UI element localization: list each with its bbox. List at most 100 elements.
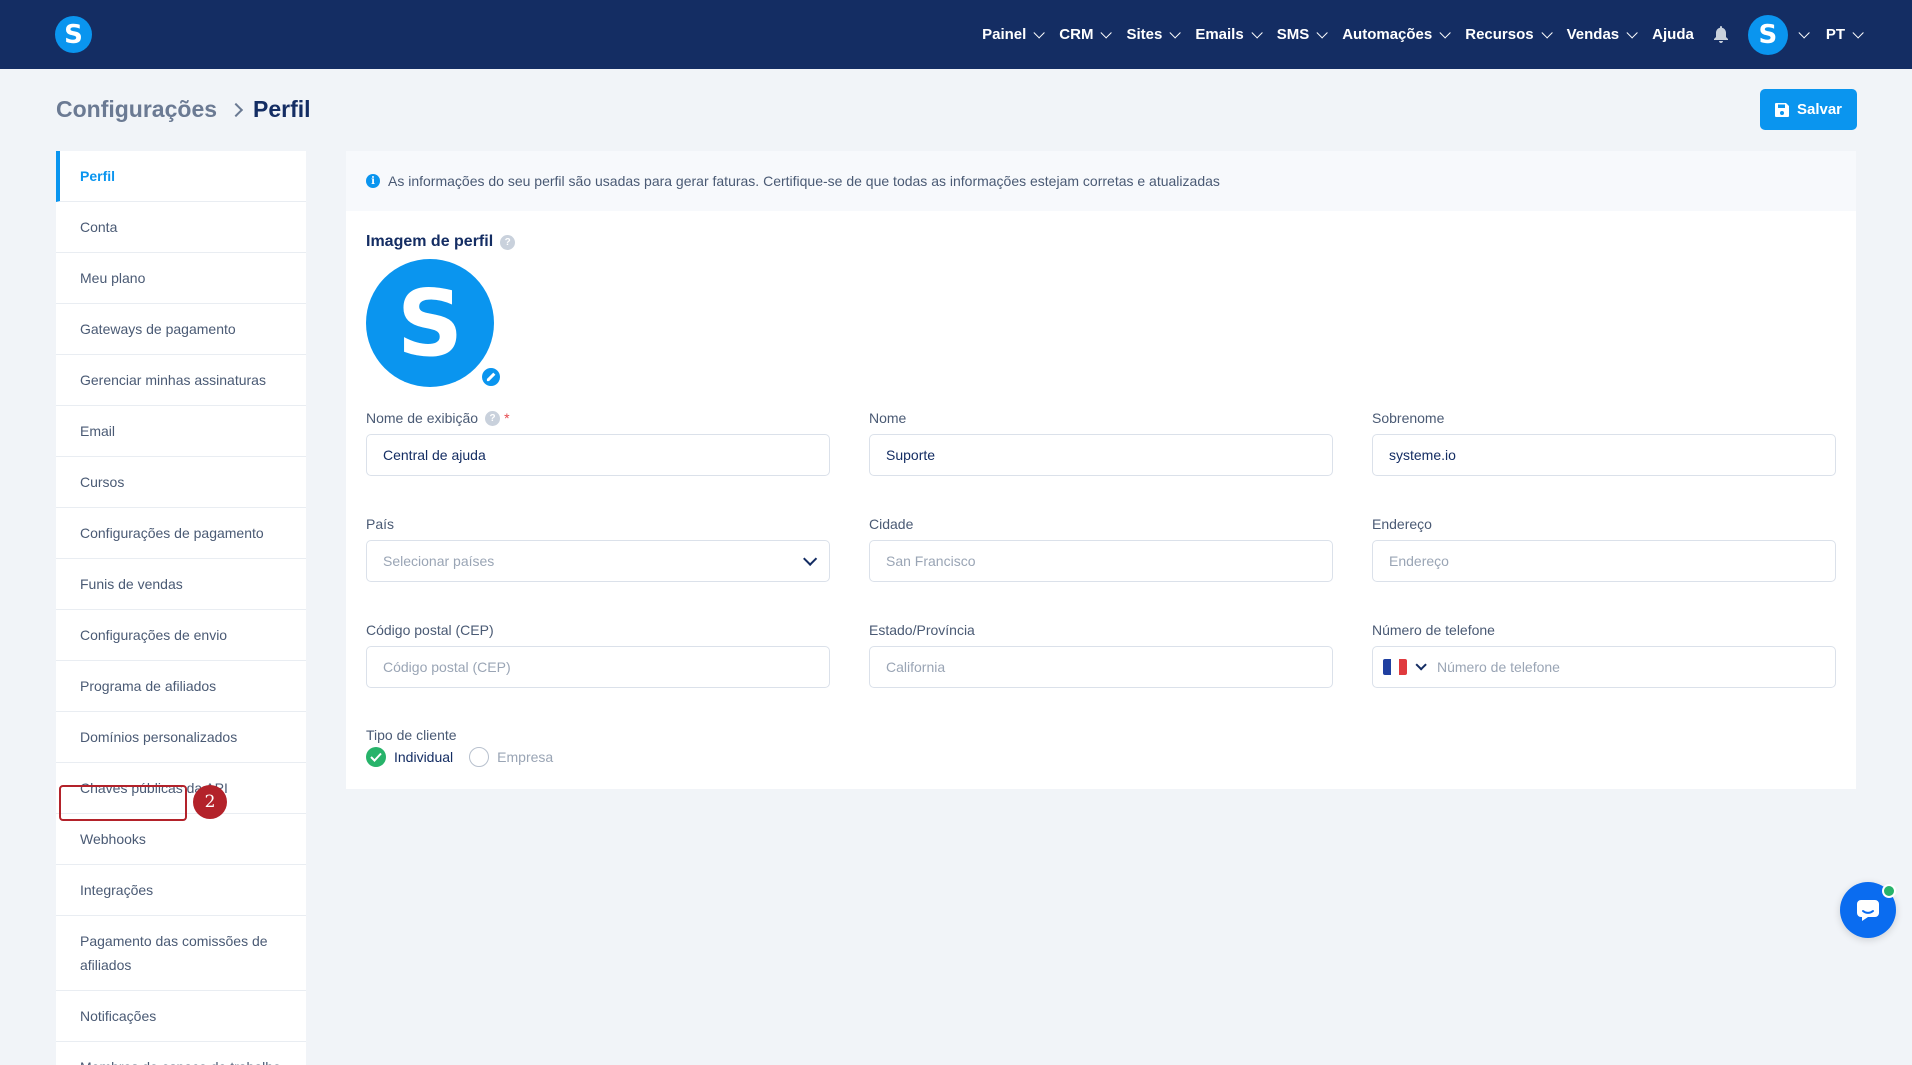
sidebar-item-conta[interactable]: Conta	[56, 202, 306, 253]
chevron-down-icon	[1316, 26, 1328, 39]
postal-code-input[interactable]: Código postal (CEP)	[366, 646, 830, 688]
radio-empresa[interactable]: Empresa	[469, 747, 553, 767]
sidebar-item-meu-plano[interactable]: Meu plano	[56, 253, 306, 304]
nav-label: SMS	[1276, 26, 1310, 43]
sidebar-item-dominios[interactable]: Domínios personalizados	[56, 712, 306, 763]
sidebar-item-afiliados[interactable]: Programa de afiliados	[56, 661, 306, 712]
nav-label: Ajuda	[1652, 26, 1694, 43]
country-label: País	[366, 516, 395, 532]
nav-label: Vendas	[1566, 26, 1620, 43]
country-field: País Selecionar países	[366, 514, 830, 582]
nav-label: Recursos	[1465, 26, 1534, 43]
phone-placeholder: Número de telefone	[1437, 659, 1560, 675]
last-name-input[interactable]: systeme.io	[1372, 434, 1836, 476]
chevron-down-icon[interactable]	[1798, 26, 1810, 39]
display-name-field: Nome de exibição? * Central de ajuda	[366, 408, 830, 476]
sidebar-item-gateways[interactable]: Gateways de pagamento	[56, 304, 306, 355]
france-flag-icon[interactable]	[1383, 659, 1407, 675]
nav-sites[interactable]: Sites	[1126, 26, 1182, 43]
phone-field: Número de telefone Número de telefone	[1372, 620, 1836, 688]
language-selector[interactable]: PT	[1826, 26, 1864, 43]
sidebar-item-config-pagamento[interactable]: Configurações de pagamento	[56, 508, 306, 559]
chevron-down-icon	[1541, 26, 1553, 39]
nav-label: Sites	[1126, 26, 1163, 43]
breadcrumb: Configurações Perfil	[56, 96, 311, 123]
sidebar-item-webhooks[interactable]: Webhooks	[56, 814, 306, 865]
chevron-right-icon	[228, 102, 244, 117]
sidebar-item-notificacoes[interactable]: Notificações	[56, 991, 306, 1042]
sidebar-item-assinaturas[interactable]: Gerenciar minhas assinaturas	[56, 355, 306, 406]
nav-crm[interactable]: CRM	[1059, 26, 1113, 43]
display-name-label: Nome de exibição? *	[366, 410, 510, 426]
postal-code-field: Código postal (CEP) Código postal (CEP)	[366, 620, 830, 688]
chevron-down-icon	[1100, 26, 1113, 39]
breadcrumb-parent[interactable]: Configurações	[56, 96, 217, 123]
step-number-badge: 2	[193, 785, 227, 819]
state-input[interactable]: California	[869, 646, 1333, 688]
help-icon[interactable]: ?	[500, 234, 516, 250]
first-name-input[interactable]: Suporte	[869, 434, 1333, 476]
chevron-down-icon[interactable]	[1415, 659, 1427, 671]
country-placeholder: Selecionar países	[383, 553, 495, 569]
radio-label: Empresa	[497, 749, 554, 765]
chevron-down-icon	[1626, 26, 1638, 39]
nav-ajuda[interactable]: Ajuda	[1652, 26, 1694, 43]
address-input[interactable]: Endereço	[1372, 540, 1836, 582]
profile-image-heading: Imagem de perfil ?	[366, 233, 516, 251]
top-navbar: S Painel CRM Sites Emails SMS Automações…	[0, 0, 1912, 69]
profile-avatar[interactable]: S	[366, 259, 494, 387]
chevron-down-icon	[1852, 26, 1864, 39]
info-banner: i As informações do seu perfil são usada…	[346, 151, 1856, 211]
nav-label: CRM	[1059, 26, 1094, 43]
sidebar-item-integracoes[interactable]: Integrações	[56, 865, 306, 916]
nav-recursos[interactable]: Recursos	[1465, 26, 1553, 43]
profile-panel: i As informações do seu perfil são usada…	[346, 151, 1856, 789]
nav-emails[interactable]: Emails	[1195, 26, 1263, 43]
nav-label: Automações	[1342, 26, 1433, 43]
help-icon[interactable]: ?	[485, 410, 501, 426]
profile-image-title: Imagem de perfil	[366, 233, 494, 250]
info-icon: i	[366, 174, 380, 188]
display-name-input[interactable]: Central de ajuda	[366, 434, 830, 476]
state-label: Estado/Província	[869, 622, 975, 638]
last-name-field: Sobrenome systeme.io	[1372, 408, 1836, 476]
radio-label: Individual	[394, 749, 454, 765]
sidebar-item-perfil[interactable]: Perfil	[56, 151, 306, 202]
state-field: Estado/Província California	[869, 620, 1333, 688]
highlight-annotation	[59, 785, 187, 821]
sidebar-item-comissoes[interactable]: Pagamento das comissões de afiliados	[56, 916, 306, 991]
nav-label: Emails	[1195, 26, 1244, 43]
chevron-down-icon	[1439, 26, 1452, 39]
sidebar-item-cursos[interactable]: Cursos	[56, 457, 306, 508]
phone-input[interactable]: Número de telefone	[1372, 646, 1836, 688]
systeme-logo[interactable]: S	[55, 16, 92, 53]
first-name-field: Nome Suporte	[869, 408, 1333, 476]
address-label: Endereço	[1372, 516, 1432, 532]
radio-individual[interactable]: Individual	[366, 747, 453, 767]
nav-sms[interactable]: SMS	[1276, 26, 1328, 43]
pencil-icon[interactable]	[480, 366, 502, 388]
city-label: Cidade	[869, 516, 914, 532]
chevron-down-icon	[1169, 26, 1182, 39]
nav-automacoes[interactable]: Automações	[1342, 26, 1452, 43]
bell-icon[interactable]	[1710, 24, 1732, 46]
user-avatar[interactable]: S	[1747, 14, 1788, 55]
country-select[interactable]: Selecionar países	[366, 540, 830, 582]
settings-sidebar: Perfil Conta Meu plano Gateways de pagam…	[56, 151, 306, 1065]
last-name-label: Sobrenome	[1372, 410, 1445, 426]
sidebar-item-membros[interactable]: Membros do espaço de trabalho	[56, 1042, 306, 1065]
client-type-group: Tipo de cliente Individual Empresa	[366, 727, 569, 767]
save-button[interactable]: Salvar	[1760, 89, 1857, 130]
sidebar-item-envio[interactable]: Configurações de envio	[56, 610, 306, 661]
first-name-label: Nome	[869, 410, 907, 426]
nav-painel[interactable]: Painel	[982, 26, 1046, 43]
sidebar-item-email[interactable]: Email	[56, 406, 306, 457]
address-field: Endereço Endereço	[1372, 514, 1836, 582]
floppy-disk-icon	[1774, 102, 1789, 117]
save-label: Salvar	[1796, 101, 1843, 118]
nav-vendas[interactable]: Vendas	[1566, 26, 1638, 43]
sidebar-item-funis[interactable]: Funis de vendas	[56, 559, 306, 610]
chevron-down-icon	[803, 551, 818, 566]
postal-code-label: Código postal (CEP)	[366, 622, 494, 638]
city-input[interactable]: San Francisco	[869, 540, 1333, 582]
